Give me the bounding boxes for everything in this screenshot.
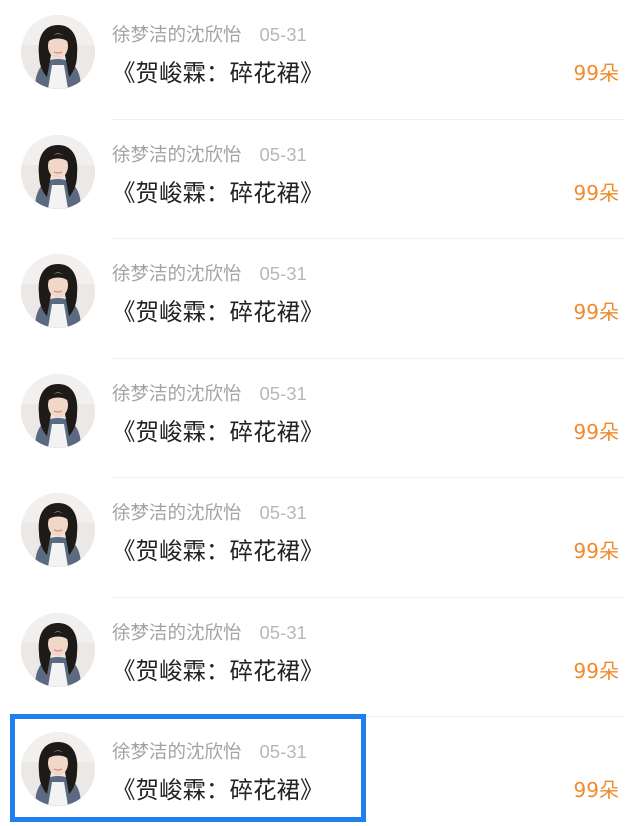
post-date: 05-31 [259,741,307,762]
avatar[interactable] [21,134,95,209]
list-item[interactable]: 徐梦洁的沈欣怡 05-31 《贺峻霖：碎花裙》 99朵 [0,359,640,478]
author-name[interactable]: 徐梦洁的沈欣怡 [112,742,242,763]
list-item[interactable]: 徐梦洁的沈欣怡 05-31 《贺峻霖：碎花裙》 99朵 [0,239,640,359]
avatar[interactable] [21,612,95,687]
gift-count: 99朵 [573,180,619,205]
list-item[interactable]: 徐梦洁的沈欣怡 05-31 《贺峻霖：碎花裙》 99朵 [0,598,640,717]
author-name[interactable]: 徐梦洁的沈欣怡 [112,503,242,524]
author-name[interactable]: 徐梦洁的沈欣怡 [112,623,242,644]
item-title[interactable]: 《贺峻霖：碎花裙》 [112,654,324,688]
item-title[interactable]: 《贺峻霖：碎花裙》 [112,415,324,449]
avatar[interactable] [21,254,95,328]
post-date: 05-31 [259,502,307,523]
avatar[interactable] [21,15,95,89]
feed-list: 徐梦洁的沈欣怡 05-31 《贺峻霖：碎花裙》 99朵 徐梦洁的沈欣怡 05-31 … [0,0,640,826]
gift-count: 99朵 [573,61,619,85]
item-meta: 徐梦洁的沈欣怡 05-31 [112,500,307,526]
list-item[interactable]: 徐梦洁的沈欣怡 05-31 《贺峻霖：碎花裙》 99朵 [0,120,640,239]
item-title[interactable]: 《贺峻霖：碎花裙》 [112,56,324,90]
avatar-photo-icon [21,732,95,806]
gift-count: 99朵 [573,300,619,324]
item-title[interactable]: 《贺峻霖：碎花裙》 [112,534,324,568]
list-item[interactable]: 徐梦洁的沈欣怡 05-31 《贺峻霖：碎花裙》 99朵 [0,0,640,120]
avatar-photo-icon [21,493,95,567]
post-date: 05-31 [259,263,307,284]
author-name[interactable]: 徐梦洁的沈欣怡 [112,145,242,166]
item-meta: 徐梦洁的沈欣怡 05-31 [112,142,307,168]
gift-count: 99朵 [573,419,619,444]
post-date: 05-31 [259,621,307,643]
item-meta: 徐梦洁的沈欣怡 05-31 [112,22,307,48]
avatar-photo-icon [21,254,95,328]
avatar[interactable] [21,493,95,567]
item-title[interactable]: 《贺峻霖：碎花裙》 [112,295,324,329]
post-date: 05-31 [259,143,307,165]
avatar-photo-icon [21,15,95,89]
item-title[interactable]: 《贺峻霖：碎花裙》 [112,773,324,807]
author-name[interactable]: 徐梦洁的沈欣怡 [112,25,242,46]
avatar-photo-icon [21,373,95,448]
avatar-photo-icon [21,612,95,687]
item-meta: 徐梦洁的沈欣怡 05-31 [112,261,307,287]
gift-count: 99朵 [573,778,619,802]
list-item[interactable]: 徐梦洁的沈欣怡 05-31 《贺峻霖：碎花裙》 99朵 [0,717,640,826]
post-date: 05-31 [259,24,307,45]
gift-count: 99朵 [573,658,619,683]
item-title[interactable]: 《贺峻霖：碎花裙》 [112,176,324,210]
item-meta: 徐梦洁的沈欣怡 05-31 [112,620,307,646]
avatar[interactable] [21,732,95,806]
item-meta: 徐梦洁的沈欣怡 05-31 [112,381,307,407]
gift-count: 99朵 [573,539,619,563]
avatar-photo-icon [21,134,95,209]
item-meta: 徐梦洁的沈欣怡 05-31 [112,739,307,765]
author-name[interactable]: 徐梦洁的沈欣怡 [112,384,242,405]
list-item[interactable]: 徐梦洁的沈欣怡 05-31 《贺峻霖：碎花裙》 99朵 [0,478,640,598]
post-date: 05-31 [259,382,307,404]
avatar[interactable] [21,373,95,448]
author-name[interactable]: 徐梦洁的沈欣怡 [112,264,242,285]
